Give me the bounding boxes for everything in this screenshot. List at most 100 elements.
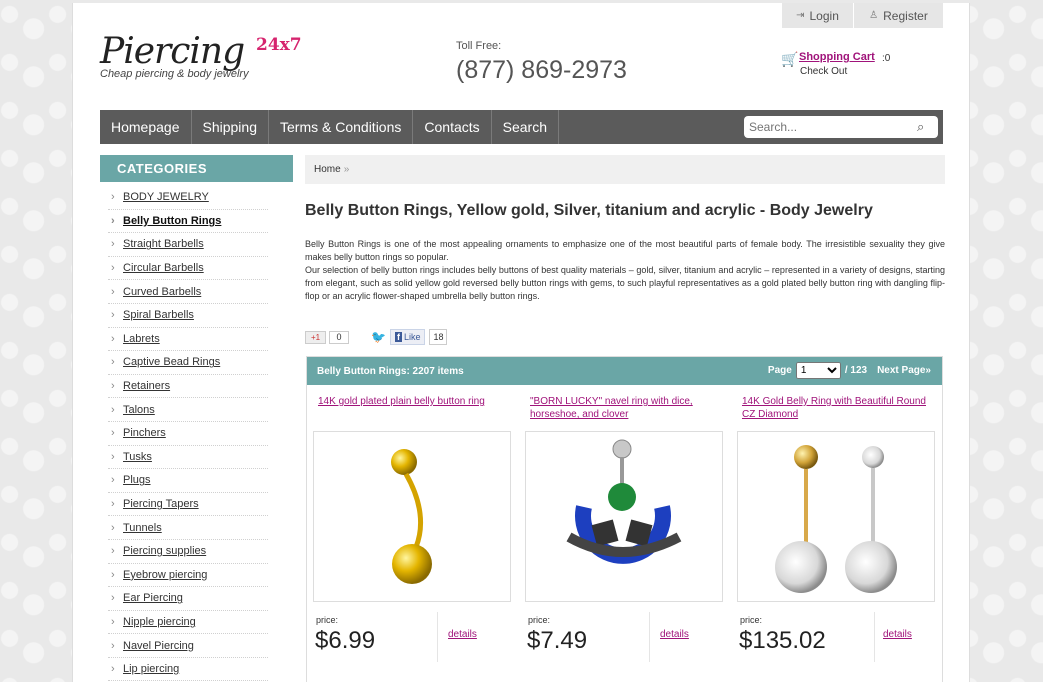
search-input[interactable] <box>749 120 917 134</box>
google-plus-button[interactable]: +1 <box>305 330 326 344</box>
category-item[interactable]: Tusks <box>108 446 268 470</box>
category-item[interactable]: Nipple piercing <box>108 611 268 635</box>
google-plus-count: 0 <box>329 330 349 344</box>
page-select[interactable]: 1 <box>795 362 841 379</box>
breadcrumb-home[interactable]: Home <box>314 164 341 175</box>
nav-homepage[interactable]: Homepage <box>100 110 192 144</box>
search-box: ⌕ <box>744 116 938 138</box>
category-item[interactable]: Piercing supplies <box>108 540 268 564</box>
price-label: price: <box>740 615 763 625</box>
facebook-like-button[interactable]: f Like <box>389 329 426 345</box>
category-item[interactable]: Straight Barbells <box>108 233 268 257</box>
facebook-icon: f <box>394 332 402 342</box>
product-bar: Belly Button Rings: 2207 items Page 1 / … <box>307 357 942 385</box>
cart-count: :0 <box>882 53 891 64</box>
product-count-label: Belly Button Rings: 2207 items <box>317 365 464 377</box>
categories-header: CATEGORIES <box>100 155 293 182</box>
description-paragraph: Belly Button Rings is one of the most ap… <box>305 239 945 262</box>
gold-barbell-image <box>391 448 432 584</box>
category-item[interactable]: Tunnels <box>108 516 268 540</box>
product-card: 14K Gold Belly Ring with Beautiful Round… <box>737 395 936 662</box>
facebook-like-count: 18 <box>429 329 448 345</box>
category-item-active[interactable]: Belly Button Rings <box>108 210 268 234</box>
next-page-link[interactable]: Next Page» <box>877 365 931 376</box>
toll-free-phone: (877) 869-2973 <box>456 56 627 84</box>
site-logo[interactable]: Piercing 24x7 Cheap piercing & body jewe… <box>100 31 302 80</box>
price-row: price: $7.49 details <box>525 602 724 662</box>
nav-terms[interactable]: Terms & Conditions <box>269 110 414 144</box>
category-item[interactable]: Ear Piercing <box>108 587 268 611</box>
horseshoe-navel-ring-image <box>566 439 682 564</box>
cz-gold-belly-ring-image <box>775 444 897 593</box>
category-item[interactable]: BODY JEWELRY <box>108 186 268 210</box>
logo-tagline: Cheap piercing & body jewelry <box>100 68 249 80</box>
category-item[interactable]: Navel Piercing <box>108 634 268 658</box>
nav-search[interactable]: Search <box>492 110 559 144</box>
register-link[interactable]: ♙ Register <box>854 3 943 28</box>
login-icon: ⇥ <box>796 10 805 21</box>
breadcrumb-separator: » <box>343 164 350 175</box>
login-link[interactable]: ⇥ Login <box>782 3 854 28</box>
details-link[interactable]: details <box>660 629 689 640</box>
category-list: BODY JEWELRY Belly Button Rings Straight… <box>100 186 293 682</box>
category-item[interactable]: Circular Barbells <box>108 257 268 281</box>
category-item[interactable]: Lip piercing <box>108 658 268 682</box>
user-icon: ♙ <box>869 10 879 21</box>
category-item[interactable]: Eyebrow piercing <box>108 564 268 588</box>
price-divider <box>874 612 875 662</box>
logo-superscript: 24x7 <box>256 35 302 55</box>
price-divider <box>437 612 438 662</box>
toll-free-block: Toll Free: (877) 869-2973 <box>456 40 627 85</box>
product-price: $135.02 <box>739 627 826 654</box>
breadcrumb: Home » <box>305 155 945 184</box>
product-grid: Belly Button Rings: 2207 items Page 1 / … <box>306 356 943 682</box>
product-link[interactable]: 14K Gold Belly Ring with Beautiful Round… <box>737 395 936 431</box>
page-container: ⇥ Login ♙ Register Piercing 24x7 Cheap p… <box>72 3 970 682</box>
nav-contacts[interactable]: Contacts <box>413 110 492 144</box>
page-title: Belly Button Rings, Yellow gold, Silver,… <box>305 202 873 219</box>
details-link[interactable]: details <box>883 629 912 640</box>
product-image[interactable] <box>525 431 723 602</box>
category-item[interactable]: Plugs <box>108 469 268 493</box>
twitter-icon[interactable]: 🐦 <box>371 330 386 344</box>
product-image[interactable] <box>313 431 511 602</box>
category-item[interactable]: Pinchers <box>108 422 268 446</box>
page-label: Page <box>767 365 792 376</box>
social-buttons: +1 0 🐦 f Like 18 <box>305 329 448 345</box>
category-item[interactable]: Curved Barbells <box>108 280 268 304</box>
price-row: price: $6.99 details <box>313 602 512 662</box>
price-label: price: <box>316 615 339 625</box>
product-link[interactable]: 14K gold plated plain belly button ring <box>313 395 512 431</box>
product-price: $7.49 <box>527 627 588 654</box>
price-label: price: <box>528 615 551 625</box>
register-label: Register <box>883 8 928 23</box>
checkout-link[interactable]: Check Out <box>800 66 847 77</box>
details-link[interactable]: details <box>448 629 477 640</box>
category-description: Belly Button Rings is one of the most ap… <box>305 238 945 303</box>
product-card: 14K gold plated plain belly button ring <box>313 395 512 662</box>
product-link[interactable]: "BORN LUCKY" navel ring with dice, horse… <box>525 395 724 431</box>
nav-shipping[interactable]: Shipping <box>192 110 269 144</box>
pagination: Page 1 / 123 Next Page» <box>768 362 931 379</box>
category-item[interactable]: Retainers <box>108 375 268 399</box>
category-item[interactable]: Talons <box>108 398 268 422</box>
category-item[interactable]: Piercing Tapers <box>108 493 268 517</box>
product-card: "BORN LUCKY" navel ring with dice, horse… <box>525 395 724 662</box>
shopping-cart-link[interactable]: Shopping Cart <box>799 51 875 63</box>
category-item[interactable]: Captive Bead Rings <box>108 351 268 375</box>
main-nav: Homepage Shipping Terms & Conditions Con… <box>100 110 943 144</box>
page-total: / 123 <box>844 365 868 376</box>
sidebar: CATEGORIES BODY JEWELRY Belly Button Rin… <box>100 155 293 682</box>
category-item[interactable]: Labrets <box>108 328 268 352</box>
product-image[interactable] <box>737 431 935 602</box>
account-links: ⇥ Login ♙ Register <box>782 3 943 28</box>
category-item[interactable]: Spiral Barbells <box>108 304 268 328</box>
price-divider <box>649 612 650 662</box>
description-paragraph: Our selection of belly button rings incl… <box>305 265 945 301</box>
price-row: price: $135.02 details <box>737 602 936 662</box>
facebook-like-label: Like <box>403 332 421 342</box>
main-content: Home » Belly Button Rings, Yellow gold, … <box>305 155 945 682</box>
product-price: $6.99 <box>315 627 376 654</box>
search-icon[interactable]: ⌕ <box>917 119 924 135</box>
logo-text: Piercing <box>100 31 245 72</box>
